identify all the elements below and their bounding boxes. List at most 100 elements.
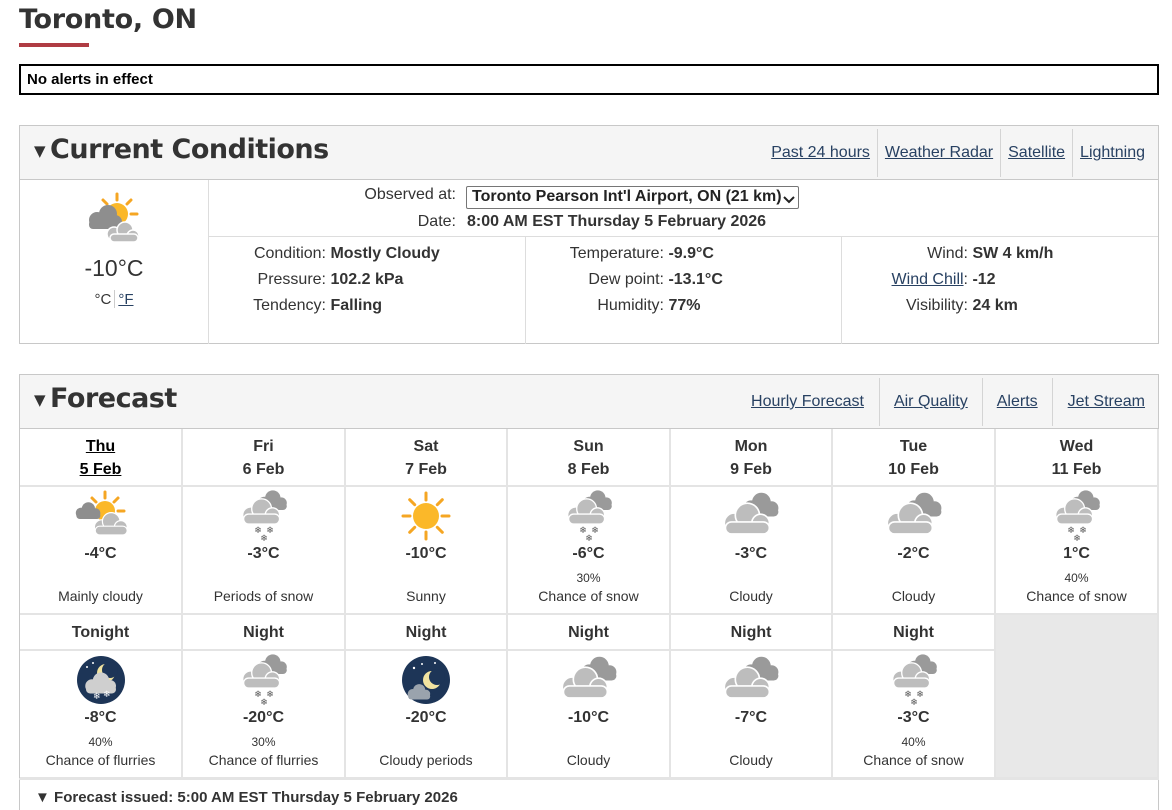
- station-select-value: Toronto Pearson Int'l Airport, ON (21 km…: [472, 188, 782, 205]
- forecast-night-cell[interactable]: -7°C Cloudy: [671, 651, 833, 779]
- forecast-day-header[interactable]: Tue 10 Feb: [833, 429, 996, 487]
- precip-probability: 40%: [1064, 571, 1089, 585]
- alerts-link[interactable]: Alerts: [981, 378, 1052, 426]
- pressure-value: 102.2 kPa: [330, 271, 404, 288]
- satellite-link[interactable]: Satellite: [1000, 129, 1072, 177]
- air-quality-link[interactable]: Air Quality: [878, 378, 982, 426]
- forecast-summary: Chance of flurries: [208, 752, 319, 768]
- current-conditions-heading[interactable]: ▼ Current Conditions: [34, 134, 329, 165]
- collapse-triangle-icon[interactable]: ▼: [34, 391, 46, 409]
- forecast-heading[interactable]: ▼ Forecast: [34, 383, 177, 414]
- current-conditions-links: Past 24 hours Weather Radar Satellite Li…: [764, 129, 1158, 177]
- mostly-cloudy-sun-icon: [72, 489, 130, 548]
- forecast-summary: Mainly cloudy: [58, 588, 143, 604]
- forecast-day-header[interactable]: Wed 11 Feb: [996, 429, 1159, 487]
- forecast-night-cell[interactable]: ❄ ❄ ❄ -20°C 30% Chance of flurries: [183, 651, 346, 779]
- forecast-summary: Cloudy: [566, 752, 611, 768]
- day-date: 5 Feb: [79, 461, 122, 478]
- visibility-value: 24 km: [972, 297, 1018, 314]
- lightning-link[interactable]: Lightning: [1072, 129, 1158, 177]
- current-summary: -10°C °C °F: [20, 180, 209, 344]
- day-name: Wed: [1059, 438, 1094, 455]
- snow-cloud-icon: ❄ ❄ ❄: [888, 653, 940, 712]
- forecast-day-cell[interactable]: -3°C Cloudy: [671, 487, 833, 615]
- humidity-row: Humidity: 77%: [526, 297, 700, 315]
- forecast-night-cell[interactable]: -20°C Cloudy periods: [346, 651, 508, 779]
- precip-probability: 30%: [251, 735, 276, 749]
- forecast-day-cell[interactable]: -2°C Cloudy: [833, 487, 996, 615]
- precip-probability: 40%: [901, 735, 926, 749]
- windchill-row: Wind Chill: -12: [891, 271, 996, 288]
- celsius-unit: °C: [94, 291, 112, 308]
- svg-text:❄: ❄: [260, 534, 268, 543]
- cloud-icon: [557, 653, 621, 712]
- cloud-icon: [719, 489, 783, 548]
- alert-banner: No alerts in effect: [19, 64, 1159, 95]
- forecast-night-cell[interactable]: ❄ ❄ -8°C 40% Chance of flurries: [20, 651, 183, 779]
- forecast-day-header[interactable]: Thu 5 Feb: [20, 429, 183, 487]
- precip-probability: 40%: [88, 735, 113, 749]
- wind-chill-link[interactable]: Wind Chill: [892, 271, 964, 288]
- moon-flurries-icon: ❄ ❄: [75, 653, 127, 712]
- day-date: 10 Feb: [888, 461, 939, 478]
- forecast-temperature: -20°C: [242, 709, 285, 726]
- forecast-day-header[interactable]: Sun 8 Feb: [508, 429, 671, 487]
- date-label: Date:: [417, 213, 456, 230]
- forecast-day-header[interactable]: Fri 6 Feb: [183, 429, 346, 487]
- humidity-value: 77%: [668, 297, 701, 314]
- windchill-value: -12: [972, 271, 996, 288]
- current-conditions-panel: ▼ Current Conditions Past 24 hours Weathe…: [19, 125, 1159, 344]
- forecast-temperature: -20°C: [405, 709, 447, 726]
- forecast-issued-text: Forecast issued: 5:00 AM EST Thursday 5 …: [54, 789, 458, 806]
- forecast-day-cell[interactable]: ❄ ❄ ❄ -6°C 30% Chance of snow: [508, 487, 671, 615]
- forecast-day-cell[interactable]: -4°C Mainly cloudy: [20, 487, 183, 615]
- past-24-hours-link[interactable]: Past 24 hours: [764, 129, 877, 177]
- unit-divider: [114, 290, 116, 308]
- forecast-day-cell[interactable]: -10°C Sunny: [346, 487, 508, 615]
- wind-row: Wind: SW 4 km/h: [842, 245, 1053, 263]
- snow-cloud-icon: ❄ ❄ ❄: [238, 653, 290, 712]
- forecast-day-header[interactable]: Sat 7 Feb: [346, 429, 508, 487]
- forecast-temperature: -6°C: [572, 545, 605, 562]
- forecast-day-cell[interactable]: ❄ ❄ ❄ -3°C Periods of snow: [183, 487, 346, 615]
- forecast-summary: Cloudy: [729, 752, 773, 768]
- precip-probability: 30%: [576, 571, 601, 585]
- forecast-day-cell[interactable]: ❄ ❄ ❄ 1°C 40% Chance of snow: [996, 487, 1159, 615]
- forecast-temperature: -4°C: [84, 545, 117, 562]
- hourly-forecast-link[interactable]: Hourly Forecast: [744, 378, 879, 426]
- snow-cloud-icon: ❄ ❄ ❄: [1051, 489, 1103, 548]
- visibility-row: Visibility: 24 km: [842, 297, 1018, 315]
- forecast-night-header[interactable]: Tonight: [20, 615, 183, 651]
- temperature-value: -9.9°C: [668, 245, 714, 262]
- weather-radar-link[interactable]: Weather Radar: [876, 129, 1000, 177]
- forecast-night-header[interactable]: Night: [183, 615, 346, 651]
- forecast-night-cell[interactable]: ❄ ❄ ❄ -3°C 40% Chance of snow: [833, 651, 996, 779]
- forecast-issued[interactable]: ▼ Forecast issued: 5:00 AM EST Thursday …: [19, 778, 1159, 810]
- visibility-label: Visibility:: [906, 297, 968, 314]
- snow-cloud-icon: ❄ ❄ ❄: [238, 489, 290, 548]
- tendency-row: Tendency: Falling: [210, 297, 382, 315]
- day-name: Tue: [899, 438, 928, 455]
- jet-stream-link[interactable]: Jet Stream: [1051, 378, 1158, 426]
- day-name: Thu: [85, 438, 116, 455]
- svg-text:❄: ❄: [585, 534, 593, 543]
- fahrenheit-link[interactable]: °F: [118, 291, 133, 308]
- forecast-temperature: 1°C: [1063, 545, 1090, 562]
- forecast-night-header[interactable]: Night: [671, 615, 833, 651]
- forecast-day-header[interactable]: Mon 9 Feb: [671, 429, 833, 487]
- snow-cloud-icon: ❄ ❄ ❄: [563, 489, 615, 548]
- conditions-divider: [209, 236, 1158, 237]
- forecast-night-header[interactable]: Night: [508, 615, 671, 651]
- day-date: 8 Feb: [567, 461, 610, 478]
- forecast-night-cell[interactable]: -10°C Cloudy: [508, 651, 671, 779]
- station-select[interactable]: Toronto Pearson Int'l Airport, ON (21 km…: [466, 186, 799, 209]
- forecast-summary: Chance of flurries: [45, 752, 156, 768]
- day-name: Sun: [573, 438, 604, 455]
- condition-label: Condition:: [253, 245, 326, 262]
- wind-label: Wind:: [927, 245, 968, 262]
- forecast-night-header[interactable]: Night: [833, 615, 996, 651]
- day-name: Fri: [253, 438, 274, 455]
- collapse-triangle-icon[interactable]: ▼: [34, 142, 46, 160]
- forecast-night-header[interactable]: Night: [346, 615, 508, 651]
- forecast-temperature: -3°C: [897, 709, 930, 726]
